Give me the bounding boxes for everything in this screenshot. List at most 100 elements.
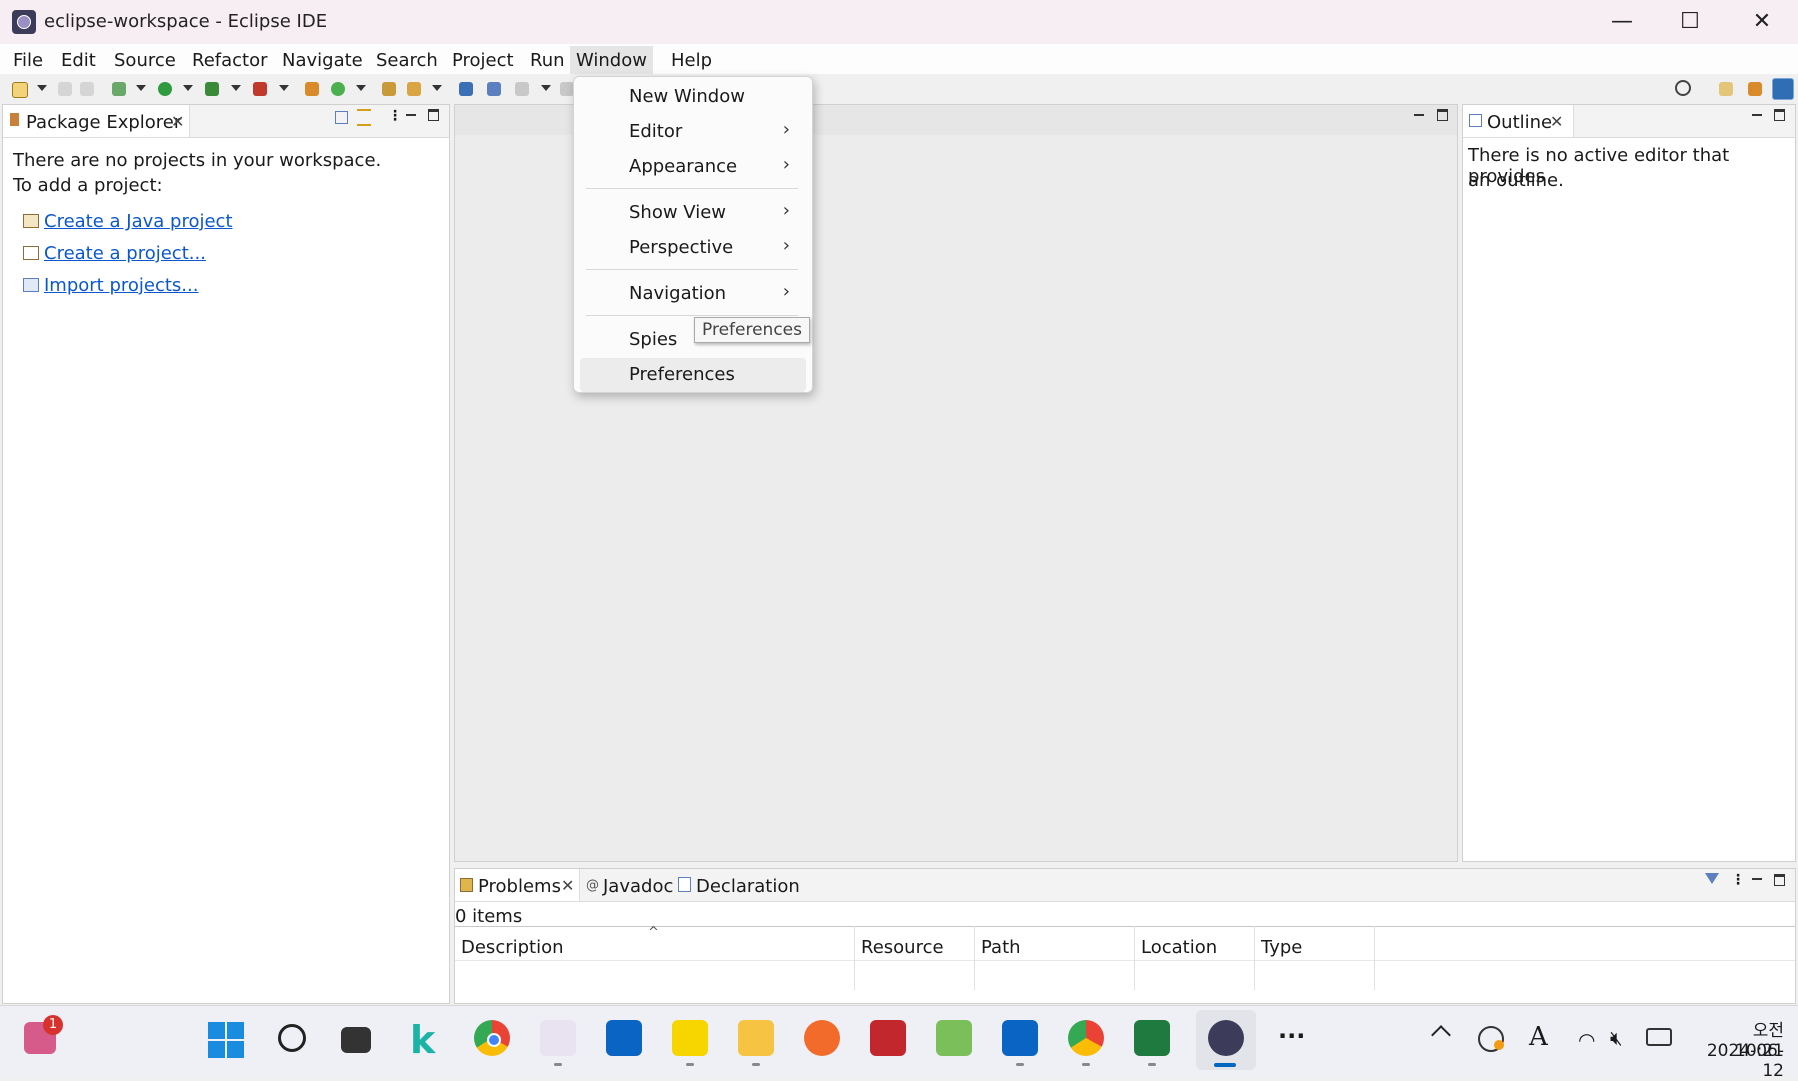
excel-icon[interactable] bbox=[1134, 1020, 1170, 1056]
menu-run[interactable]: Run bbox=[530, 50, 565, 71]
open-type-icon[interactable] bbox=[382, 82, 396, 96]
minimize-view-icon[interactable] bbox=[406, 114, 416, 116]
menu-item-perspective[interactable]: Perspective › bbox=[574, 231, 812, 265]
outline-tab-label: Outline bbox=[1487, 112, 1553, 133]
minimize-view-icon[interactable] bbox=[1752, 878, 1762, 880]
open-perspective-icon[interactable] bbox=[1719, 82, 1733, 96]
search-tool-icon[interactable] bbox=[407, 82, 421, 96]
menu-item-preferences[interactable]: Preferences bbox=[580, 358, 806, 392]
chrome-profile-icon[interactable] bbox=[1068, 1020, 1104, 1056]
new-java-class-icon[interactable] bbox=[331, 82, 345, 96]
column-resource[interactable]: Resource bbox=[861, 937, 944, 958]
close-icon[interactable]: ✕ bbox=[171, 112, 184, 131]
prev-annotation-icon[interactable] bbox=[560, 82, 574, 96]
link-with-editor-icon[interactable] bbox=[357, 109, 371, 126]
minimize-editor-icon[interactable] bbox=[1414, 114, 1424, 116]
column-divider[interactable] bbox=[1134, 926, 1135, 990]
maximize-view-icon[interactable] bbox=[1774, 874, 1785, 886]
new-dropdown-icon[interactable] bbox=[37, 85, 47, 91]
annotation-dropdown-icon[interactable] bbox=[541, 85, 551, 91]
run-icon[interactable] bbox=[158, 82, 172, 96]
close-icon[interactable]: ✕ bbox=[1550, 112, 1563, 131]
close-icon[interactable]: ✕ bbox=[561, 876, 574, 895]
menu-item-show-view[interactable]: Show View › bbox=[574, 196, 812, 230]
task-view-icon[interactable] bbox=[341, 1027, 371, 1053]
kakaotalk-icon[interactable] bbox=[672, 1020, 708, 1056]
menu-project[interactable]: Project bbox=[452, 50, 514, 71]
toggle-mark-icon[interactable] bbox=[487, 82, 501, 96]
declaration-tab[interactable]: Declaration bbox=[696, 876, 800, 897]
input-method-icon[interactable]: A bbox=[1529, 1022, 1548, 1052]
collapse-all-icon[interactable] bbox=[335, 111, 348, 124]
java-perspective-icon[interactable] bbox=[1772, 78, 1794, 100]
search-icon[interactable] bbox=[278, 1024, 306, 1052]
draw-app-icon[interactable] bbox=[804, 1020, 840, 1056]
javadoc-icon: @ bbox=[586, 878, 599, 893]
menu-item-editor[interactable]: Editor › bbox=[574, 115, 812, 149]
column-type[interactable]: Type bbox=[1261, 937, 1302, 958]
menu-item-appearance[interactable]: Appearance › bbox=[574, 150, 812, 184]
maximize-editor-icon[interactable] bbox=[1437, 109, 1448, 121]
k-app-icon[interactable]: k bbox=[410, 1018, 435, 1062]
close-button[interactable]: ✕ bbox=[1726, 0, 1798, 44]
view-menu-icon[interactable]: ⋮ bbox=[388, 108, 402, 124]
clock-date[interactable]: 2024-06-12 bbox=[1690, 1041, 1784, 1081]
menu-search[interactable]: Search bbox=[376, 50, 438, 71]
column-divider[interactable] bbox=[1374, 926, 1375, 990]
filezilla-icon[interactable] bbox=[870, 1020, 906, 1056]
menu-refactor[interactable]: Refactor bbox=[192, 50, 268, 71]
maximize-button[interactable]: ☐ bbox=[1654, 0, 1726, 44]
column-divider[interactable] bbox=[854, 926, 855, 990]
external-tools-dropdown-icon[interactable] bbox=[279, 85, 289, 91]
more-apps-icon[interactable]: ··· bbox=[1278, 1022, 1305, 1050]
create-project-link[interactable]: Create a project... bbox=[44, 243, 206, 264]
coverage-icon[interactable] bbox=[205, 82, 219, 96]
minimize-view-icon[interactable] bbox=[1752, 114, 1762, 116]
maximize-view-icon[interactable] bbox=[428, 109, 439, 121]
column-path[interactable]: Path bbox=[981, 937, 1021, 958]
search-icon[interactable] bbox=[1675, 80, 1691, 96]
windows-start-icon[interactable] bbox=[208, 1022, 244, 1058]
java-ee-perspective-icon[interactable] bbox=[1748, 82, 1762, 96]
notepad-app-icon[interactable] bbox=[936, 1020, 972, 1056]
menu-edit[interactable]: Edit bbox=[61, 50, 96, 71]
outlook-icon[interactable] bbox=[606, 1020, 642, 1056]
coverage-dropdown-icon[interactable] bbox=[231, 85, 241, 91]
outlook-new-icon[interactable] bbox=[1002, 1020, 1038, 1056]
volume-muted-icon[interactable]: 🔇︎ bbox=[1610, 1026, 1623, 1050]
menu-file[interactable]: File bbox=[13, 50, 43, 71]
create-java-project-link[interactable]: Create a Java project bbox=[44, 211, 233, 232]
column-divider[interactable] bbox=[974, 926, 975, 990]
menu-source[interactable]: Source bbox=[114, 50, 176, 71]
menu-navigate[interactable]: Navigate bbox=[282, 50, 363, 71]
new-class-dropdown-icon[interactable] bbox=[356, 85, 366, 91]
new-icon[interactable] bbox=[12, 82, 28, 98]
menu-item-new-window[interactable]: New Window bbox=[574, 80, 812, 114]
battery-icon[interactable] bbox=[1646, 1028, 1672, 1046]
debug-dropdown-icon[interactable] bbox=[136, 85, 146, 91]
javadoc-tab[interactable]: Javadoc bbox=[603, 876, 673, 897]
maximize-view-icon[interactable] bbox=[1774, 109, 1785, 121]
import-projects-link[interactable]: Import projects... bbox=[44, 275, 198, 296]
menu-window[interactable]: Window bbox=[570, 46, 653, 74]
filter-icon[interactable] bbox=[1705, 873, 1719, 884]
console-icon[interactable] bbox=[459, 82, 473, 96]
column-description[interactable]: Description bbox=[461, 937, 564, 958]
wifi-icon[interactable]: ◠ bbox=[1578, 1028, 1595, 1052]
view-menu-icon[interactable]: ⋮ bbox=[1731, 872, 1745, 888]
menu-help[interactable]: Help bbox=[671, 50, 712, 71]
save-all-icon[interactable] bbox=[80, 82, 94, 96]
menu-item-navigation[interactable]: Navigation › bbox=[574, 277, 812, 311]
file-explorer-icon[interactable] bbox=[738, 1020, 774, 1056]
save-icon[interactable] bbox=[58, 82, 72, 96]
minimize-button[interactable]: — bbox=[1586, 0, 1658, 44]
next-annotation-icon[interactable] bbox=[515, 82, 529, 96]
search-dropdown-icon[interactable] bbox=[432, 85, 442, 91]
column-location[interactable]: Location bbox=[1141, 937, 1217, 958]
column-divider[interactable] bbox=[1254, 926, 1255, 990]
new-java-package-icon[interactable] bbox=[305, 82, 319, 96]
external-tools-icon[interactable] bbox=[253, 82, 267, 96]
run-dropdown-icon[interactable] bbox=[183, 85, 193, 91]
slack-icon[interactable] bbox=[540, 1020, 576, 1056]
debug-icon[interactable] bbox=[112, 82, 126, 96]
